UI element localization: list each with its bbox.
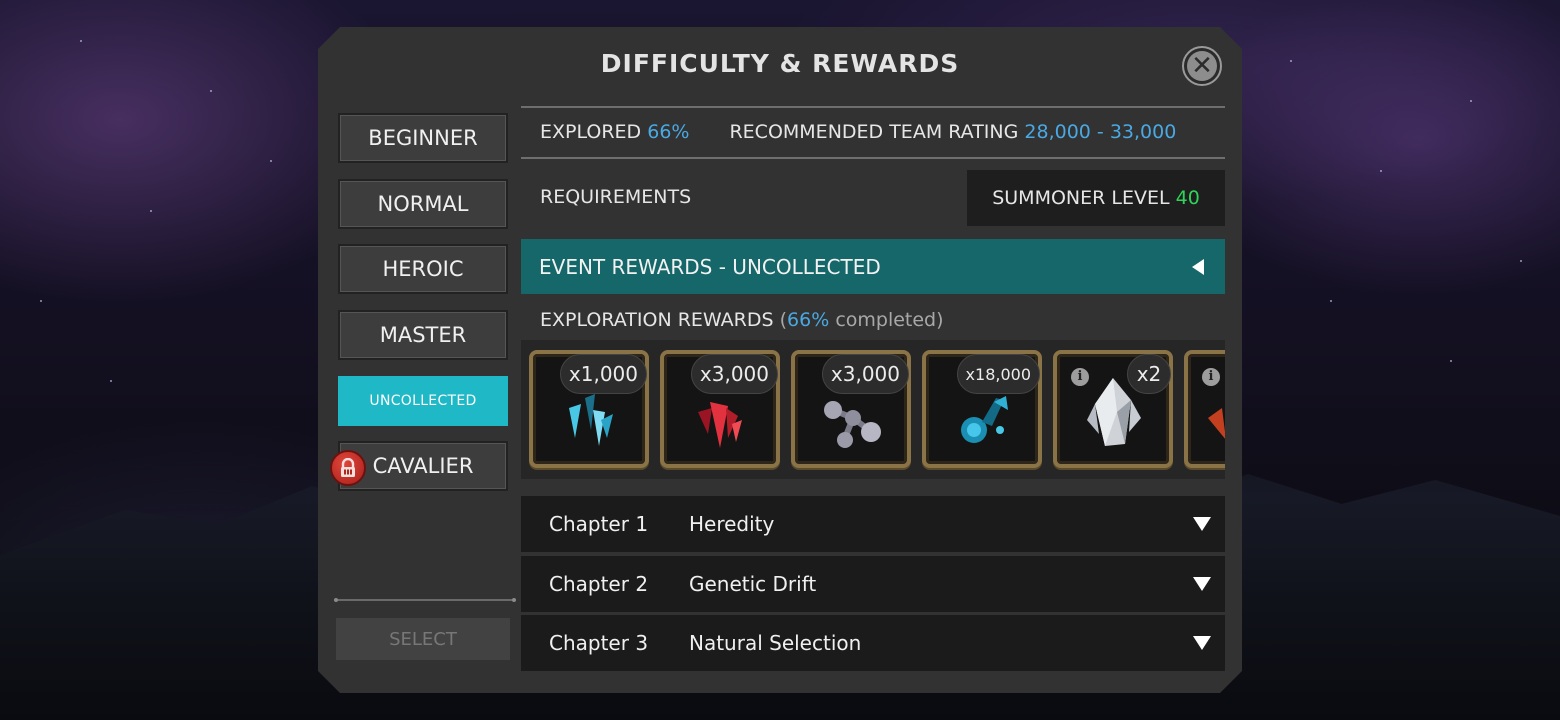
chapter-row[interactable]: Chapter 2 Genetic Drift	[521, 556, 1225, 612]
select-label: SELECT	[389, 628, 457, 650]
difficulty-label: MASTER	[379, 323, 467, 347]
difficulty-label: UNCOLLECTED	[369, 393, 477, 409]
exploration-suffix: completed)	[835, 309, 944, 331]
difficulty-label: BEGINNER	[368, 126, 478, 150]
reward-item[interactable]: i	[1184, 350, 1225, 468]
reward-quantity: x2	[1127, 354, 1171, 394]
chapter-number: Chapter 3	[549, 631, 649, 655]
event-rewards-header[interactable]: EVENT REWARDS - UNCOLLECTED	[521, 239, 1225, 294]
reward-quantity: x3,000	[690, 354, 778, 394]
chapter-row[interactable]: Chapter 1 Heredity	[521, 496, 1225, 552]
reward-item[interactable]: i x2	[1053, 350, 1173, 468]
reward-item[interactable]: x3,000	[791, 350, 911, 468]
team-rating-label: RECOMMENDED TEAM RATING	[729, 121, 1019, 143]
dialog-title: DIFFICULTY & REWARDS	[600, 49, 960, 78]
info-row: EXPLORED 66% RECOMMENDED TEAM RATING 28,…	[521, 109, 1225, 155]
exploration-open-paren: (	[779, 309, 788, 331]
chapter-number: Chapter 2	[549, 572, 649, 596]
exploration-label: EXPLORATION REWARDS	[540, 309, 774, 331]
divider	[521, 106, 1225, 108]
chapter-number: Chapter 1	[549, 512, 649, 536]
reward-quantity: x3,000	[821, 354, 909, 394]
summoner-level-value: 40	[1175, 187, 1200, 209]
difficulty-master-button[interactable]: MASTER	[338, 310, 508, 360]
lock-icon	[330, 450, 366, 486]
difficulty-label: NORMAL	[377, 192, 469, 216]
difficulty-normal-button[interactable]: NORMAL	[338, 179, 508, 229]
reward-quantity: x18,000	[956, 354, 1040, 394]
team-rating-text: RECOMMENDED TEAM RATING 28,000 - 33,000	[729, 121, 1176, 143]
difficulty-heroic-button[interactable]: HEROIC	[338, 244, 508, 294]
exploration-percent: 66%	[787, 309, 830, 331]
reward-quantity: x1,000	[559, 354, 647, 394]
requirements-label: REQUIREMENTS	[540, 186, 692, 208]
difficulty-rewards-dialog: DIFFICULTY & REWARDS ✕ BEGINNER NORMAL H…	[318, 27, 1242, 693]
divider	[521, 157, 1225, 159]
explored-text: EXPLORED 66%	[540, 121, 689, 143]
reward-item[interactable]: x18,000	[922, 350, 1042, 468]
rewards-strip[interactable]: x1,000 x3,000 x3,000 x18,000 i x2 i	[521, 340, 1225, 479]
chapter-name: Heredity	[689, 512, 775, 536]
close-icon: ✕	[1187, 51, 1217, 81]
event-rewards-label: EVENT REWARDS - UNCOLLECTED	[539, 254, 881, 279]
left-divider	[334, 598, 516, 602]
expand-arrow-icon	[1193, 577, 1211, 591]
reward-item[interactable]: x1,000	[529, 350, 649, 468]
collapse-arrow-icon	[1192, 258, 1204, 275]
chapter-name: Genetic Drift	[689, 572, 817, 596]
chapter-name: Natural Selection	[689, 631, 862, 655]
explored-value: 66%	[647, 121, 690, 143]
difficulty-beginner-button[interactable]: BEGINNER	[338, 113, 508, 163]
difficulty-label: CAVALIER	[372, 454, 474, 478]
team-rating-value: 28,000 - 33,000	[1024, 121, 1177, 143]
summoner-level-label: SUMMONER LEVEL	[992, 187, 1170, 209]
exploration-rewards-title: EXPLORATION REWARDS (66% completed)	[540, 309, 944, 331]
difficulty-uncollected-button[interactable]: UNCOLLECTED	[338, 376, 508, 426]
summoner-level-box: SUMMONER LEVEL 40	[967, 170, 1225, 226]
close-button[interactable]: ✕	[1182, 46, 1222, 86]
difficulty-label: HEROIC	[382, 257, 464, 281]
expand-arrow-icon	[1193, 517, 1211, 531]
info-icon[interactable]: i	[1071, 368, 1089, 386]
info-icon[interactable]: i	[1202, 368, 1220, 386]
expand-arrow-icon	[1193, 636, 1211, 650]
reward-item[interactable]: x3,000	[660, 350, 780, 468]
chapter-row[interactable]: Chapter 3 Natural Selection	[521, 615, 1225, 671]
difficulty-cavalier-button[interactable]: CAVALIER	[330, 441, 508, 491]
requirements-row: REQUIREMENTS SUMMONER LEVEL 40	[521, 170, 1225, 226]
select-button[interactable]: SELECT	[336, 618, 510, 660]
explored-label: EXPLORED	[540, 121, 642, 143]
